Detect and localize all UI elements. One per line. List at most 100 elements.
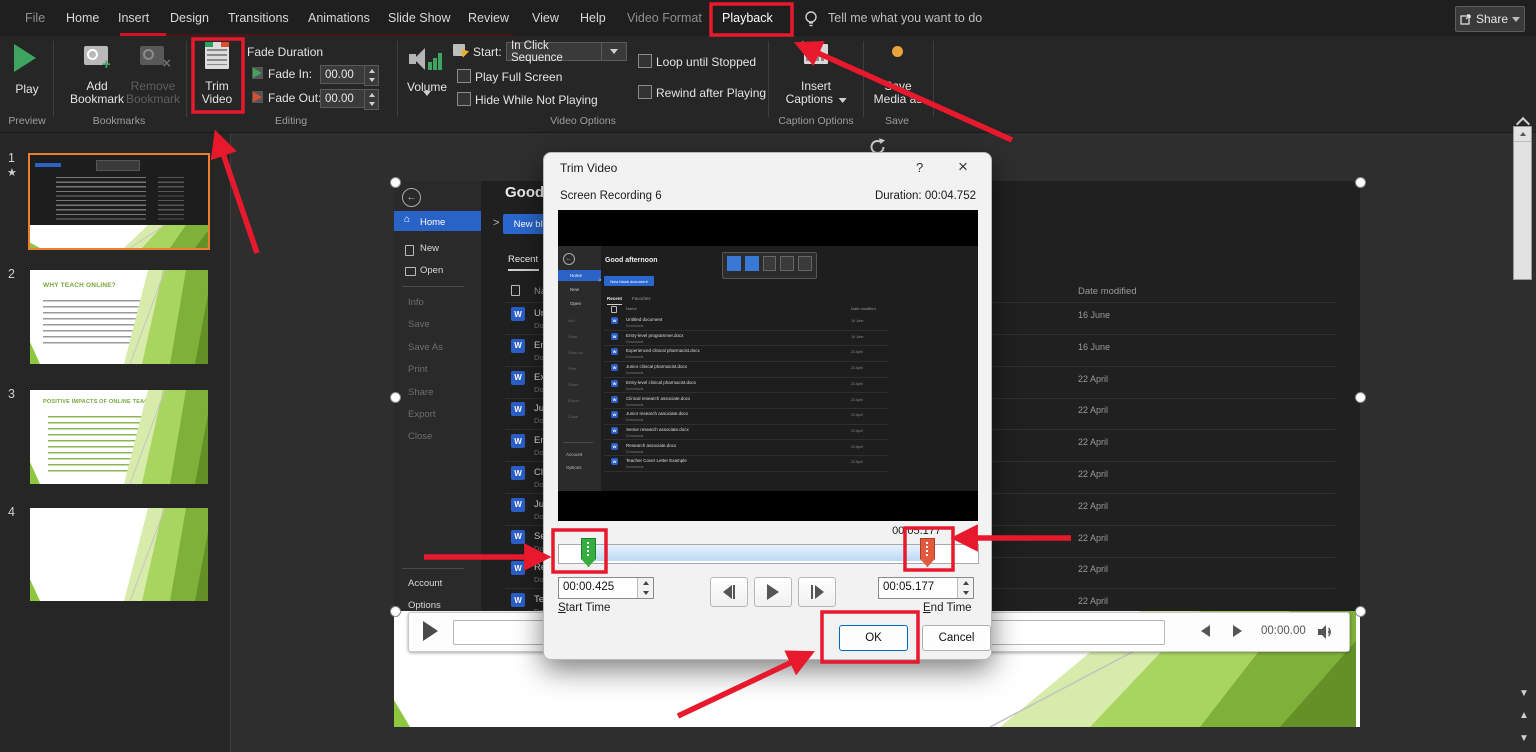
preview-tab-favorites: Favorites [632,296,651,301]
file-date: 22 April [1078,533,1108,543]
thumb1-file-rows [56,177,146,221]
end-time-field[interactable]: 00:05.177 [878,577,974,599]
scroll-up-icon[interactable] [1514,127,1531,142]
menu-tab-video-format[interactable]: Video Format [627,11,702,25]
fade-in-spinner[interactable] [364,65,379,86]
save-media-as-button[interactable] [892,46,903,57]
menu-tab-design[interactable]: Design [170,11,209,25]
stop-icon [745,256,759,271]
group-separator [933,41,934,117]
row-separator [604,377,888,378]
start-dropdown[interactable]: In Click Sequence [506,42,604,61]
trim-video-dialog: Trim Video ? × Screen Recording 6 Durati… [543,152,992,660]
sidebar-item-save-as: Save As [408,342,443,353]
fade-out-label: Fade Out: [268,91,321,105]
video-word-recent-underline [508,269,539,271]
next-frame-button[interactable] [798,577,836,607]
rewind-after-playing-checkbox[interactable] [638,85,652,99]
word-file-icon: W [511,371,525,385]
menu-tab-animations[interactable]: Animations [308,11,370,25]
filter-slides-icon[interactable]: ▼ [1519,688,1529,699]
menu-tab-slide-show[interactable]: Slide Show [388,11,451,25]
add-bookmark-button[interactable]: + [84,46,108,65]
fade-out-field[interactable]: 00.00 [320,89,369,108]
word-file-icon: W [611,458,618,465]
file-date: 22 April [1078,437,1108,447]
previous-slide-button[interactable]: ▲ [1519,710,1529,721]
word-file-icon: W [511,593,525,607]
insert-captions-line2: Captions [786,92,833,106]
slide-thumbnail-2[interactable]: WHY TEACH ONLINE? [30,270,208,364]
dialog-close-button[interactable]: × [958,157,968,177]
resize-handle-middle-left[interactable] [390,392,401,403]
volume-button[interactable] [409,46,443,72]
ok-button[interactable]: OK [839,625,908,651]
file-date: 22 April [851,460,863,464]
file-location: Downloads [626,387,643,391]
start-time-spinner[interactable] [637,578,653,598]
player-move-forward-button[interactable] [1233,624,1247,638]
word-file-icon: W [611,317,618,324]
resize-handle-bottom-right[interactable] [1355,606,1366,617]
thumb1-toolbar [96,160,140,171]
hide-while-not-playing-checkbox[interactable] [457,92,471,106]
insert-captions-button[interactable]: + [804,44,828,64]
menu-tab-view[interactable]: View [532,11,559,25]
slide-number-2: 2 [8,267,15,281]
fade-out-spinner[interactable] [364,89,379,110]
file-name: Entry-level clinical pharmacist.docx [626,380,696,385]
dialog-video-preview: ← Good afternoon > New blank document Re… [558,210,978,521]
dialog-help-button[interactable]: ? [916,160,923,175]
menu-tab-home[interactable]: Home [66,11,99,25]
end-time-label: End Time [923,602,972,614]
slide-thumbnail-4[interactable] [30,508,208,601]
group-separator [863,41,864,117]
slide-number-3: 3 [8,387,15,401]
menu-tab-transitions[interactable]: Transitions [228,11,289,25]
vertical-scrollbar[interactable] [1513,126,1532,280]
fade-out-icon [252,91,263,103]
menu-tab-review[interactable]: Review [468,11,509,25]
slide-thumbnail-1[interactable] [30,155,208,248]
next-slide-button[interactable]: ▼ [1519,733,1529,744]
preview-recent-underline [607,304,622,305]
chevron-down-icon [838,98,846,103]
trim-video-button[interactable] [205,42,229,69]
group-label-editing: Editing [275,115,307,127]
menu-tab-insert[interactable]: Insert [118,11,149,25]
file-location: Downloads [626,340,643,344]
previous-frame-button[interactable] [710,577,748,607]
loop-until-stopped-checkbox[interactable] [638,54,652,68]
tell-me-box[interactable]: Tell me what you want to do [828,11,982,25]
player-play-button[interactable] [423,621,438,641]
menu-tab-help[interactable]: Help [580,11,606,25]
remove-bookmark-label: RemoveBookmark [126,80,180,106]
row-separator [604,330,888,331]
share-button[interactable]: Share [1455,6,1525,32]
group-separator [53,41,54,117]
play-label: Play [15,83,38,96]
slide-thumbnail-3[interactable]: POSITIVE IMPACTS OF ONLINE TEACHING [30,390,208,484]
play-button[interactable] [754,577,792,607]
preview-sidebar-export: Export [568,398,580,403]
resize-handle-top-right[interactable] [1355,177,1366,188]
resize-handle-bottom-left[interactable] [390,606,401,617]
back-icon: ← [402,188,421,207]
player-move-back-button[interactable] [1201,624,1215,638]
sidebar-item-account: Account [408,578,442,589]
cancel-button[interactable]: Cancel [922,625,991,651]
start-dropdown-arrow[interactable] [601,42,627,61]
row-separator [604,424,888,425]
play-full-screen-checkbox[interactable] [457,69,471,83]
fade-in-field[interactable]: 00.00 [320,65,369,84]
start-time-field[interactable]: 00:00.425 [558,577,654,599]
end-time-spinner[interactable] [957,578,973,598]
word-file-icon: W [511,561,525,575]
menu-tab-playback[interactable]: Playback [722,11,773,25]
menu-tab-file[interactable]: File [25,11,45,25]
player-volume-icon[interactable] [1317,624,1337,640]
play-preview-button[interactable] [14,44,36,72]
resize-handle-top-left[interactable] [390,177,401,188]
volume-icon [409,46,443,72]
resize-handle-middle-right[interactable] [1355,392,1366,403]
